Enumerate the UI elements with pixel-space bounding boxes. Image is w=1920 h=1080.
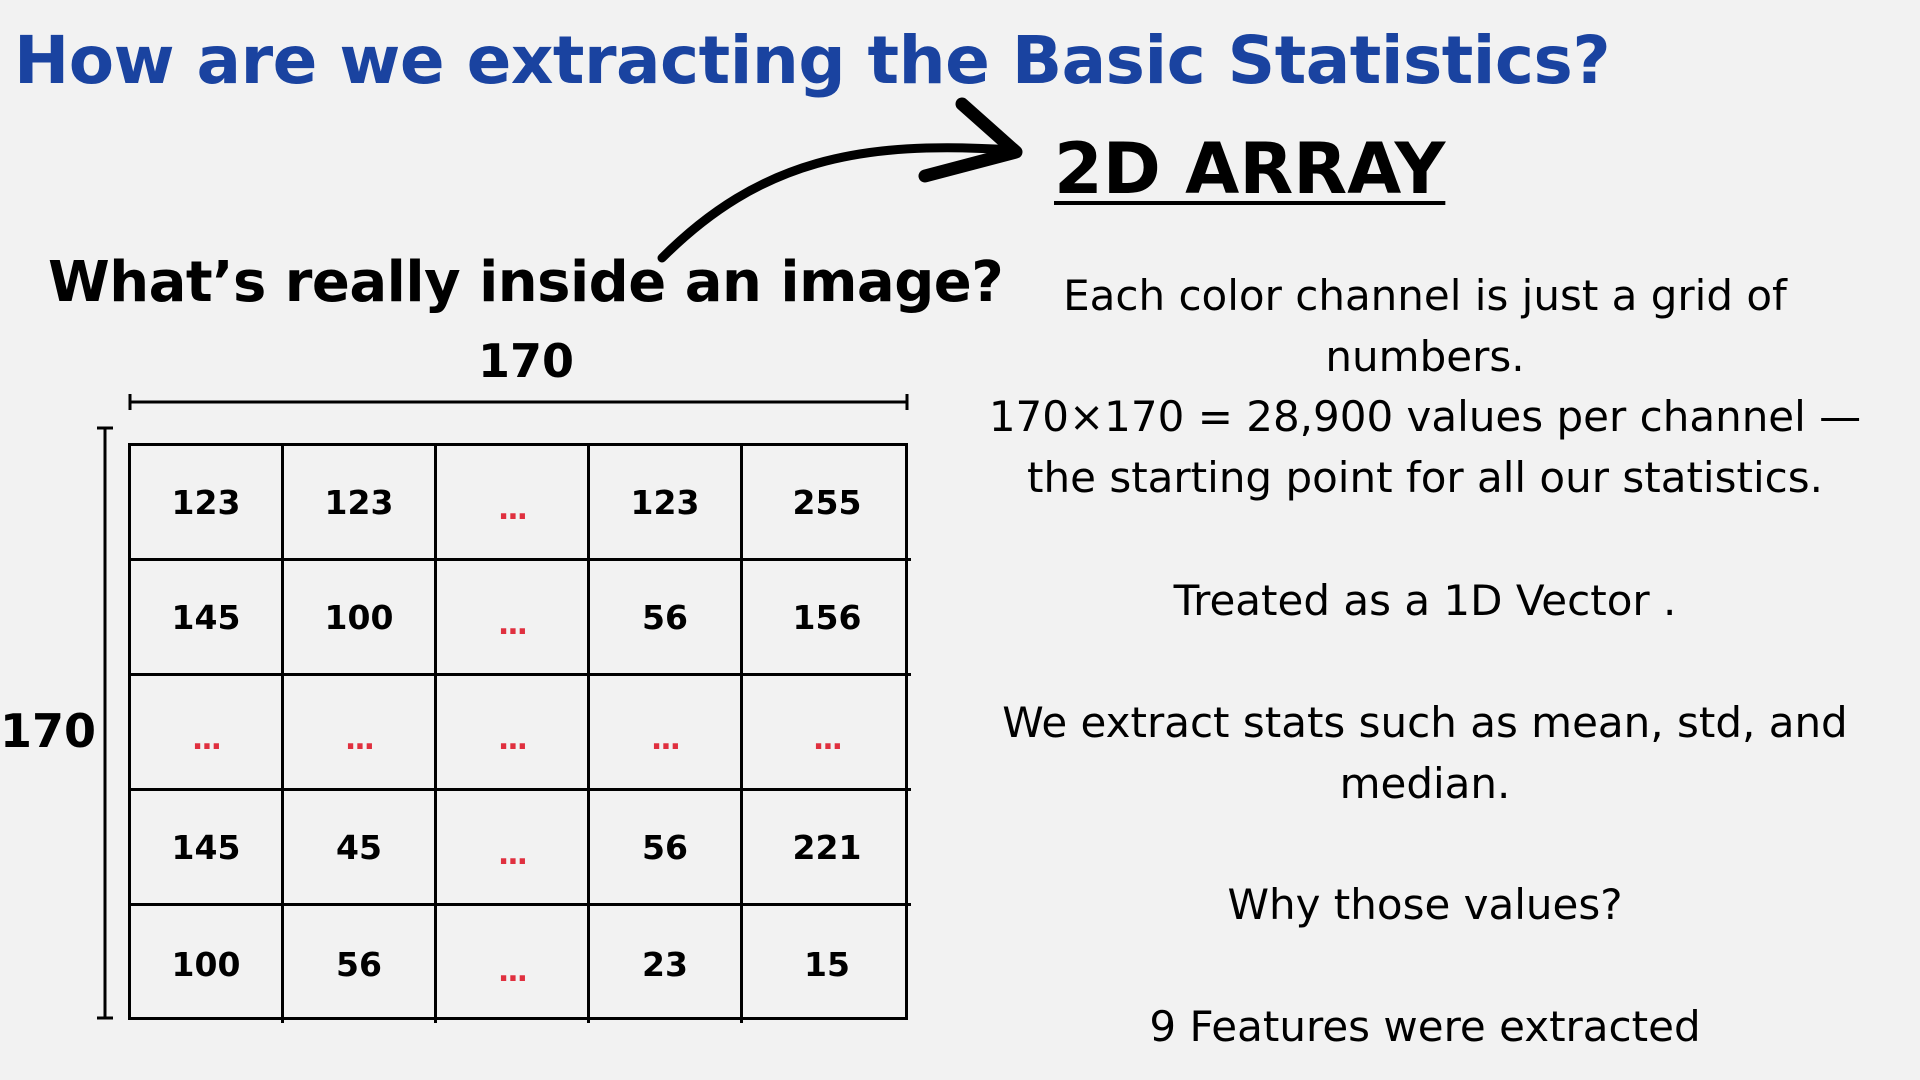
grid-cell: ... — [743, 676, 911, 791]
paragraph-features: 9 Features were extracted — [1149, 1002, 1701, 1051]
width-label: 170 — [478, 334, 575, 388]
grid-cell: 15 — [804, 945, 850, 984]
height-dimension-line — [97, 426, 113, 1020]
grid-cell: 45 — [284, 791, 437, 906]
paragraph-stats: We extract stats such as mean, std, and … — [1002, 698, 1848, 808]
grid-cell: 100 — [284, 561, 437, 676]
grid-cell: 123 — [590, 446, 743, 561]
grid-cell: ... — [437, 446, 590, 561]
grid-cell: ... — [590, 676, 743, 791]
grid-cell: 255 — [743, 446, 911, 561]
slide-title: How are we extracting the Basic Statisti… — [14, 22, 1611, 99]
width-dimension-line — [128, 394, 909, 410]
grid-cell: ... — [284, 676, 437, 791]
array-heading: 2D ARRAY — [1054, 128, 1446, 210]
grid-cell: 145 — [131, 791, 284, 906]
grid-cell: 156 — [743, 561, 911, 676]
grid-cell: 56 — [590, 791, 743, 906]
height-label: 170 — [0, 704, 97, 758]
paragraph-value-count: 170×170 = 28,900 values per channel — th… — [988, 392, 1862, 502]
paragraph-question: Why those values? — [1227, 880, 1623, 929]
grid-cell: ... — [131, 676, 284, 791]
grid-cell: ... — [437, 906, 590, 1023]
grid-cell: ... — [437, 676, 590, 791]
slide: How are we extracting the Basic Statisti… — [0, 0, 1920, 1080]
paragraph-vector: Treated as a 1D Vector . — [1173, 576, 1677, 625]
paragraph-grid-description: Each color channel is just a grid of num… — [1063, 271, 1787, 381]
grid-cell: 56 — [284, 906, 437, 1023]
grid-cell: ... — [437, 561, 590, 676]
grid-cell: 56 — [590, 561, 743, 676]
grid-cell: 221 — [743, 791, 911, 906]
grid-cell: 123 — [131, 446, 284, 561]
grid-cell: 23 — [590, 906, 743, 1023]
grid-cell: 145 — [131, 561, 284, 676]
subheading: What’s really inside an image? — [48, 250, 1004, 315]
pixel-grid: 123 123... 123 255 145 100... 56 156...........… — [128, 443, 911, 1023]
grid-cell: 123 — [284, 446, 437, 561]
grid-cell: ... — [437, 791, 590, 906]
grid-cell: 100 — [131, 906, 284, 1023]
